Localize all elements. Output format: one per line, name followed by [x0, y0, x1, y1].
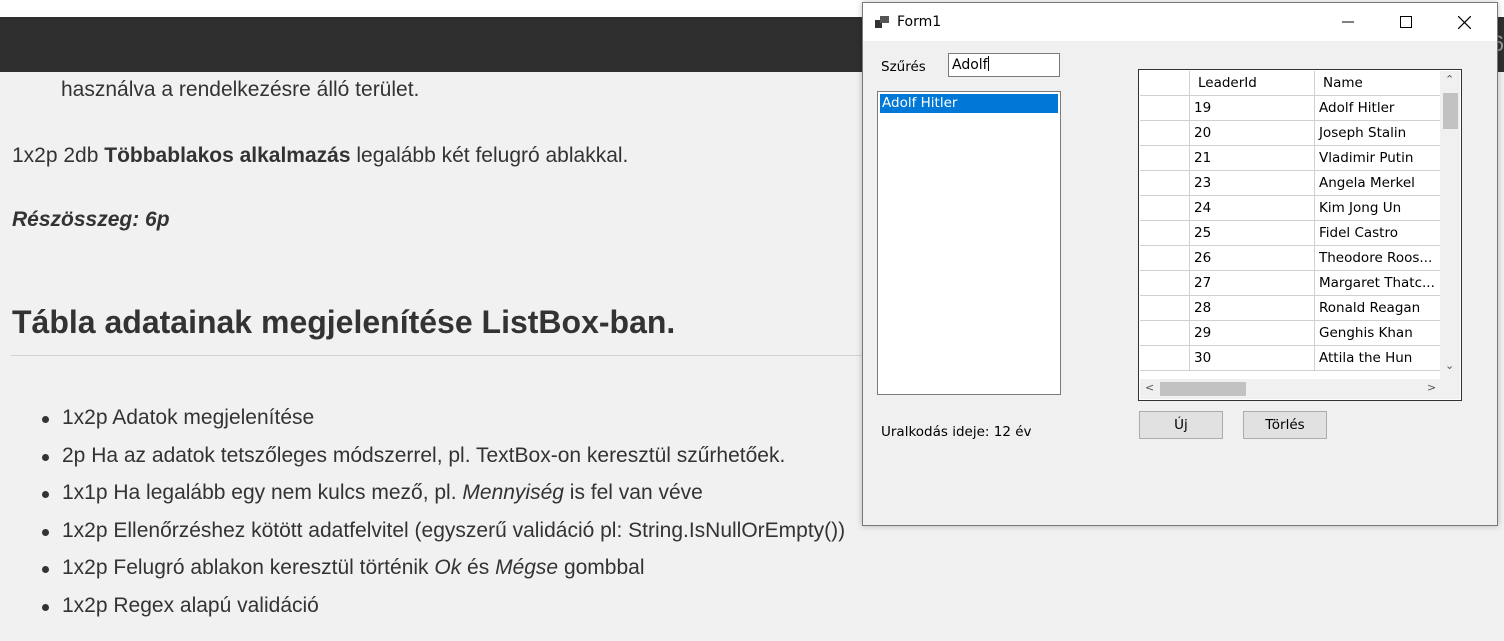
scroll-right-icon[interactable]: >	[1427, 381, 1436, 394]
window-titlebar[interactable]: Form1	[863, 3, 1497, 41]
list-item: 1x2p Felugró ablakon keresztül történik …	[40, 556, 845, 594]
leaderid-cell[interactable]: 21	[1190, 146, 1315, 171]
name-cell[interactable]: Joseph Stalin	[1315, 121, 1440, 146]
scroll-up-icon[interactable]: ⌃	[1445, 73, 1454, 86]
paragraph-area-text: használva a rendelkezésre álló terület.	[61, 78, 420, 101]
window-title: Form1	[897, 14, 942, 30]
horizontal-scrollbar[interactable]: < >	[1140, 379, 1440, 399]
leaderid-cell[interactable]: 20	[1190, 121, 1315, 146]
leader-listbox[interactable]: Adolf Hitler	[877, 91, 1061, 395]
leaderid-cell[interactable]: 23	[1190, 171, 1315, 196]
row-header-cell[interactable]	[1140, 96, 1190, 121]
row-header-cell[interactable]	[1140, 246, 1190, 271]
table-row[interactable]: 23 Angela Merkel	[1140, 171, 1440, 196]
list-item-emphasis: Mennyiség	[462, 481, 564, 505]
row-header-cell[interactable]	[1140, 271, 1190, 296]
leaderid-cell[interactable]: 28	[1190, 296, 1315, 321]
table-row[interactable]: 29 Genghis Khan	[1140, 321, 1440, 346]
row-header-cell[interactable]	[1140, 321, 1190, 346]
filter-input-value: Adolf	[952, 57, 988, 73]
leaderid-cell[interactable]: 19	[1190, 96, 1315, 121]
scroll-down-icon[interactable]: ⌄	[1445, 359, 1454, 372]
table-row[interactable]: 21 Vladimir Putin	[1140, 146, 1440, 171]
row-header-cell[interactable]	[1140, 221, 1190, 246]
close-icon	[1457, 15, 1471, 29]
row-header-cell[interactable]	[1140, 121, 1190, 146]
vertical-scroll-thumb[interactable]	[1443, 93, 1458, 129]
para2-suffix: legalább két felugró ablakkal.	[350, 144, 629, 167]
list-item-text: is fel van véve	[563, 481, 703, 505]
filter-label: Szűrés	[881, 59, 926, 75]
para2-prefix: 1x2p 2db	[12, 144, 105, 167]
scrollbar-corner	[1440, 379, 1460, 399]
row-header-corner	[1140, 71, 1190, 96]
table-row[interactable]: 28 Ronald Reagan	[1140, 296, 1440, 321]
table-row[interactable]: 27 Margaret Thatc...	[1140, 271, 1440, 296]
delete-button[interactable]: Törlés	[1243, 411, 1327, 439]
column-header-name[interactable]: Name	[1315, 71, 1440, 96]
leaderid-cell[interactable]: 29	[1190, 321, 1315, 346]
row-header-cell[interactable]	[1140, 146, 1190, 171]
name-cell[interactable]: Ronald Reagan	[1315, 296, 1440, 321]
text-caret	[987, 56, 989, 71]
column-header-leaderid[interactable]: LeaderId	[1190, 71, 1315, 96]
leaderid-cell[interactable]: 26	[1190, 246, 1315, 271]
list-item-text: 1x1p Ha legalább egy nem kulcs mező, pl.	[62, 481, 463, 505]
minimize-button[interactable]	[1319, 3, 1377, 41]
new-button[interactable]: Új	[1139, 411, 1223, 439]
row-header-cell[interactable]	[1140, 296, 1190, 321]
requirements-list: 1x2p Adatok megjelenítése 2p Ha az adato…	[40, 406, 845, 632]
leaderid-cell[interactable]: 27	[1190, 271, 1315, 296]
name-cell[interactable]: Vladimir Putin	[1315, 146, 1440, 171]
list-item-text: gombbal	[558, 556, 645, 580]
heading-divider	[11, 355, 871, 356]
close-button[interactable]	[1435, 3, 1493, 41]
leaderid-cell[interactable]: 25	[1190, 221, 1315, 246]
table-row[interactable]: 24 Kim Jong Un	[1140, 196, 1440, 221]
form1-window[interactable]: Form1 Szűrés Adolf Adolf Hitler Uralkodá…	[862, 2, 1498, 526]
minimize-icon	[1342, 21, 1354, 23]
leaderid-cell[interactable]: 24	[1190, 196, 1315, 221]
subtotal-text: Részösszeg: 6p	[12, 208, 170, 231]
list-item-emphasis: Mégse	[495, 556, 559, 580]
list-item: 1x2p Ellenőrzéshez kötött adatfelvitel (…	[40, 519, 845, 557]
list-item-text: 1x2p Felugró ablakon keresztül történik	[62, 556, 435, 580]
list-item: 1x2p Regex alapú validáció	[40, 594, 845, 632]
name-cell[interactable]: Attila the Hun	[1315, 346, 1440, 371]
name-cell[interactable]: Genghis Khan	[1315, 321, 1440, 346]
leaderid-cell[interactable]: 30	[1190, 346, 1315, 371]
form-icon	[875, 16, 889, 28]
name-cell[interactable]: Theodore Roos...	[1315, 246, 1440, 271]
list-item-emphasis: Ok	[434, 556, 462, 580]
name-cell[interactable]: Margaret Thatc...	[1315, 271, 1440, 296]
list-item: 1x2p Adatok megjelenítése	[40, 406, 845, 444]
section-heading: Tábla adatainak megjelenítése ListBox-ba…	[12, 304, 676, 340]
name-cell[interactable]: Fidel Castro	[1315, 221, 1440, 246]
paragraph-multiwindow: 1x2p 2db Többablakos alkalmazás legalább…	[12, 144, 628, 168]
leaders-datagrid[interactable]: LeaderId Name 19 Adolf Hitler 20 Joseph Sta…	[1138, 69, 1462, 401]
row-header-cell[interactable]	[1140, 196, 1190, 221]
maximize-icon	[1400, 16, 1412, 28]
list-item: 1x1p Ha legalább egy nem kulcs mező, pl.…	[40, 481, 845, 519]
filter-input[interactable]: Adolf	[948, 53, 1060, 77]
horizontal-scroll-thumb[interactable]	[1160, 382, 1246, 396]
vertical-scrollbar[interactable]: ⌃ ⌄	[1440, 71, 1460, 379]
row-header-cell[interactable]	[1140, 346, 1190, 371]
table-row[interactable]: 20 Joseph Stalin	[1140, 121, 1440, 146]
name-cell[interactable]: Kim Jong Un	[1315, 196, 1440, 221]
table-row[interactable]: 19 Adolf Hitler	[1140, 96, 1440, 121]
listbox-item-selected[interactable]: Adolf Hitler	[880, 94, 1058, 113]
para2-bold: Többablakos alkalmazás	[104, 144, 351, 167]
maximize-button[interactable]	[1377, 3, 1435, 41]
list-item: 2p Ha az adatok tetszőleges módszerrel, …	[40, 444, 845, 482]
rule-duration-label: Uralkodás ideje: 12 év	[881, 424, 1032, 440]
table-row[interactable]: 30 Attila the Hun	[1140, 346, 1440, 371]
name-cell[interactable]: Adolf Hitler	[1315, 96, 1440, 121]
scroll-left-icon[interactable]: <	[1145, 381, 1154, 394]
name-cell[interactable]: Angela Merkel	[1315, 171, 1440, 196]
table-row[interactable]: 26 Theodore Roos...	[1140, 246, 1440, 271]
row-header-cell[interactable]	[1140, 171, 1190, 196]
table-row[interactable]: 25 Fidel Castro	[1140, 221, 1440, 246]
list-item-text: és	[461, 556, 496, 580]
